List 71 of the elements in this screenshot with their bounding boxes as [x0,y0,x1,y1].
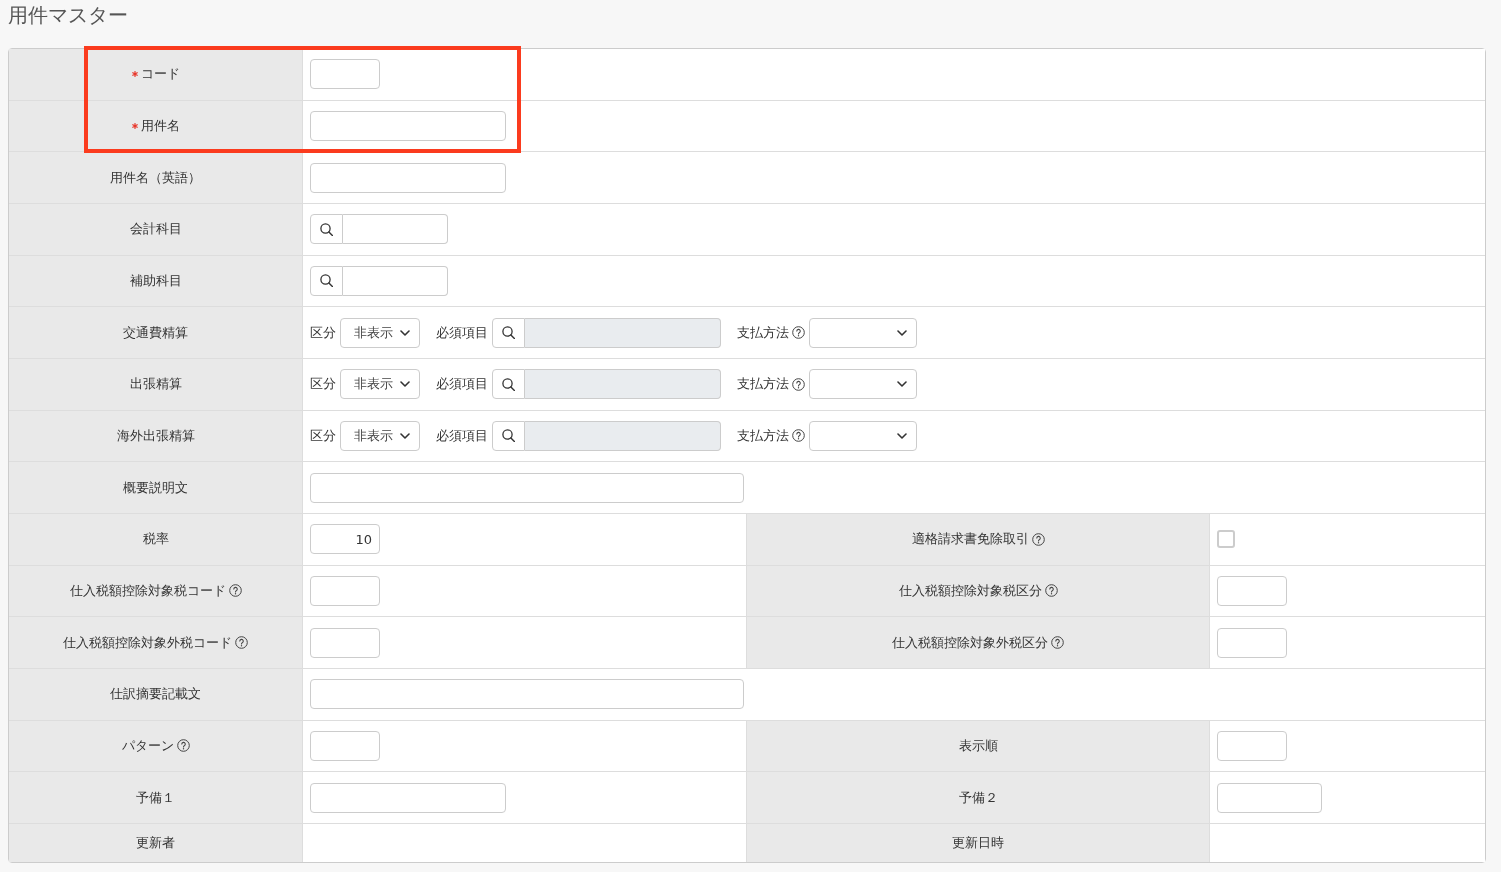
field-label: 表示順 [958,736,998,755]
search-button[interactable] [492,420,525,451]
field-label: 補助科目 [129,271,182,290]
dropdown[interactable] [809,317,917,348]
search-icon [320,274,333,288]
search-icon [502,377,515,391]
field-label: 交通費精算 [123,323,188,342]
search-button[interactable] [310,265,343,296]
search-button[interactable] [492,369,525,400]
input-field[interactable] [310,111,506,141]
field-label: コード [140,65,180,84]
field-label: 支払方法 [737,323,789,342]
field-label: 仕入税額控除対象税コード [69,581,226,600]
field-label: 仕入税額控除対象税区分 [898,581,1042,600]
search-icon [320,222,333,236]
dropdown[interactable]: 非表示 [340,420,420,451]
field-label: 概要説明文 [123,478,188,497]
input-field[interactable] [310,730,380,761]
input-field[interactable] [343,265,448,296]
input-field[interactable] [343,214,448,245]
field-label: 更新者 [136,833,175,852]
field-label: 区分 [310,426,336,445]
field-label: 区分 [310,375,336,394]
input-field[interactable] [1217,627,1287,658]
caret-icon [897,381,907,388]
input-field[interactable]: 10 [310,524,380,555]
page-title: 用件マスター [8,3,128,27]
field-label: 仕訳摘要記載文 [110,685,201,704]
field-label: 区分 [310,323,336,342]
field-label: 適格請求書免除取引 [911,530,1029,549]
input-field[interactable] [310,162,506,193]
input-field[interactable] [310,627,380,658]
search-button[interactable] [310,214,343,245]
search-button[interactable] [492,317,525,348]
field-label: 仕入税額控除対象外税コード [63,633,232,652]
dropdown[interactable] [809,369,917,400]
dropdown[interactable]: 非表示 [340,369,420,400]
field-label: 必須項目 [436,426,488,445]
field-label: 会計科目 [129,220,182,239]
field-label: 必須項目 [436,323,488,342]
field-label: パターン [121,736,174,755]
caret-icon [897,329,907,336]
field-label: 予備１ [136,788,175,807]
field-label: 更新日時 [952,833,1004,852]
field-label: 必須項目 [436,375,488,394]
input-field[interactable] [1217,730,1287,761]
field-label: 用件名（英語） [110,168,201,187]
caret-icon [897,432,907,439]
field-label: 予備２ [958,788,998,807]
input-field[interactable] [310,782,506,813]
field-label: 海外出張精算 [116,426,195,445]
checkbox[interactable] [1217,530,1235,549]
input-field[interactable] [1217,782,1322,813]
dropdown[interactable]: 非表示 [340,317,420,348]
input-field[interactable] [310,472,744,503]
search-icon [502,429,515,443]
input-field[interactable] [310,575,380,606]
input-field[interactable] [310,59,380,90]
caret-icon [400,381,410,388]
field-label: 支払方法 [737,375,789,394]
field-label: 支払方法 [737,426,789,445]
field-label: 仕入税額控除対象外税区分 [892,633,1048,652]
field-label: 用件名 [140,117,180,135]
input-field[interactable] [1217,575,1287,606]
dropdown[interactable] [809,420,917,451]
input-field[interactable] [310,679,744,710]
caret-icon [400,329,410,336]
field-label: 税率 [142,530,169,549]
search-icon [502,326,515,340]
caret-icon [400,432,410,439]
field-label: 出張精算 [129,375,182,394]
